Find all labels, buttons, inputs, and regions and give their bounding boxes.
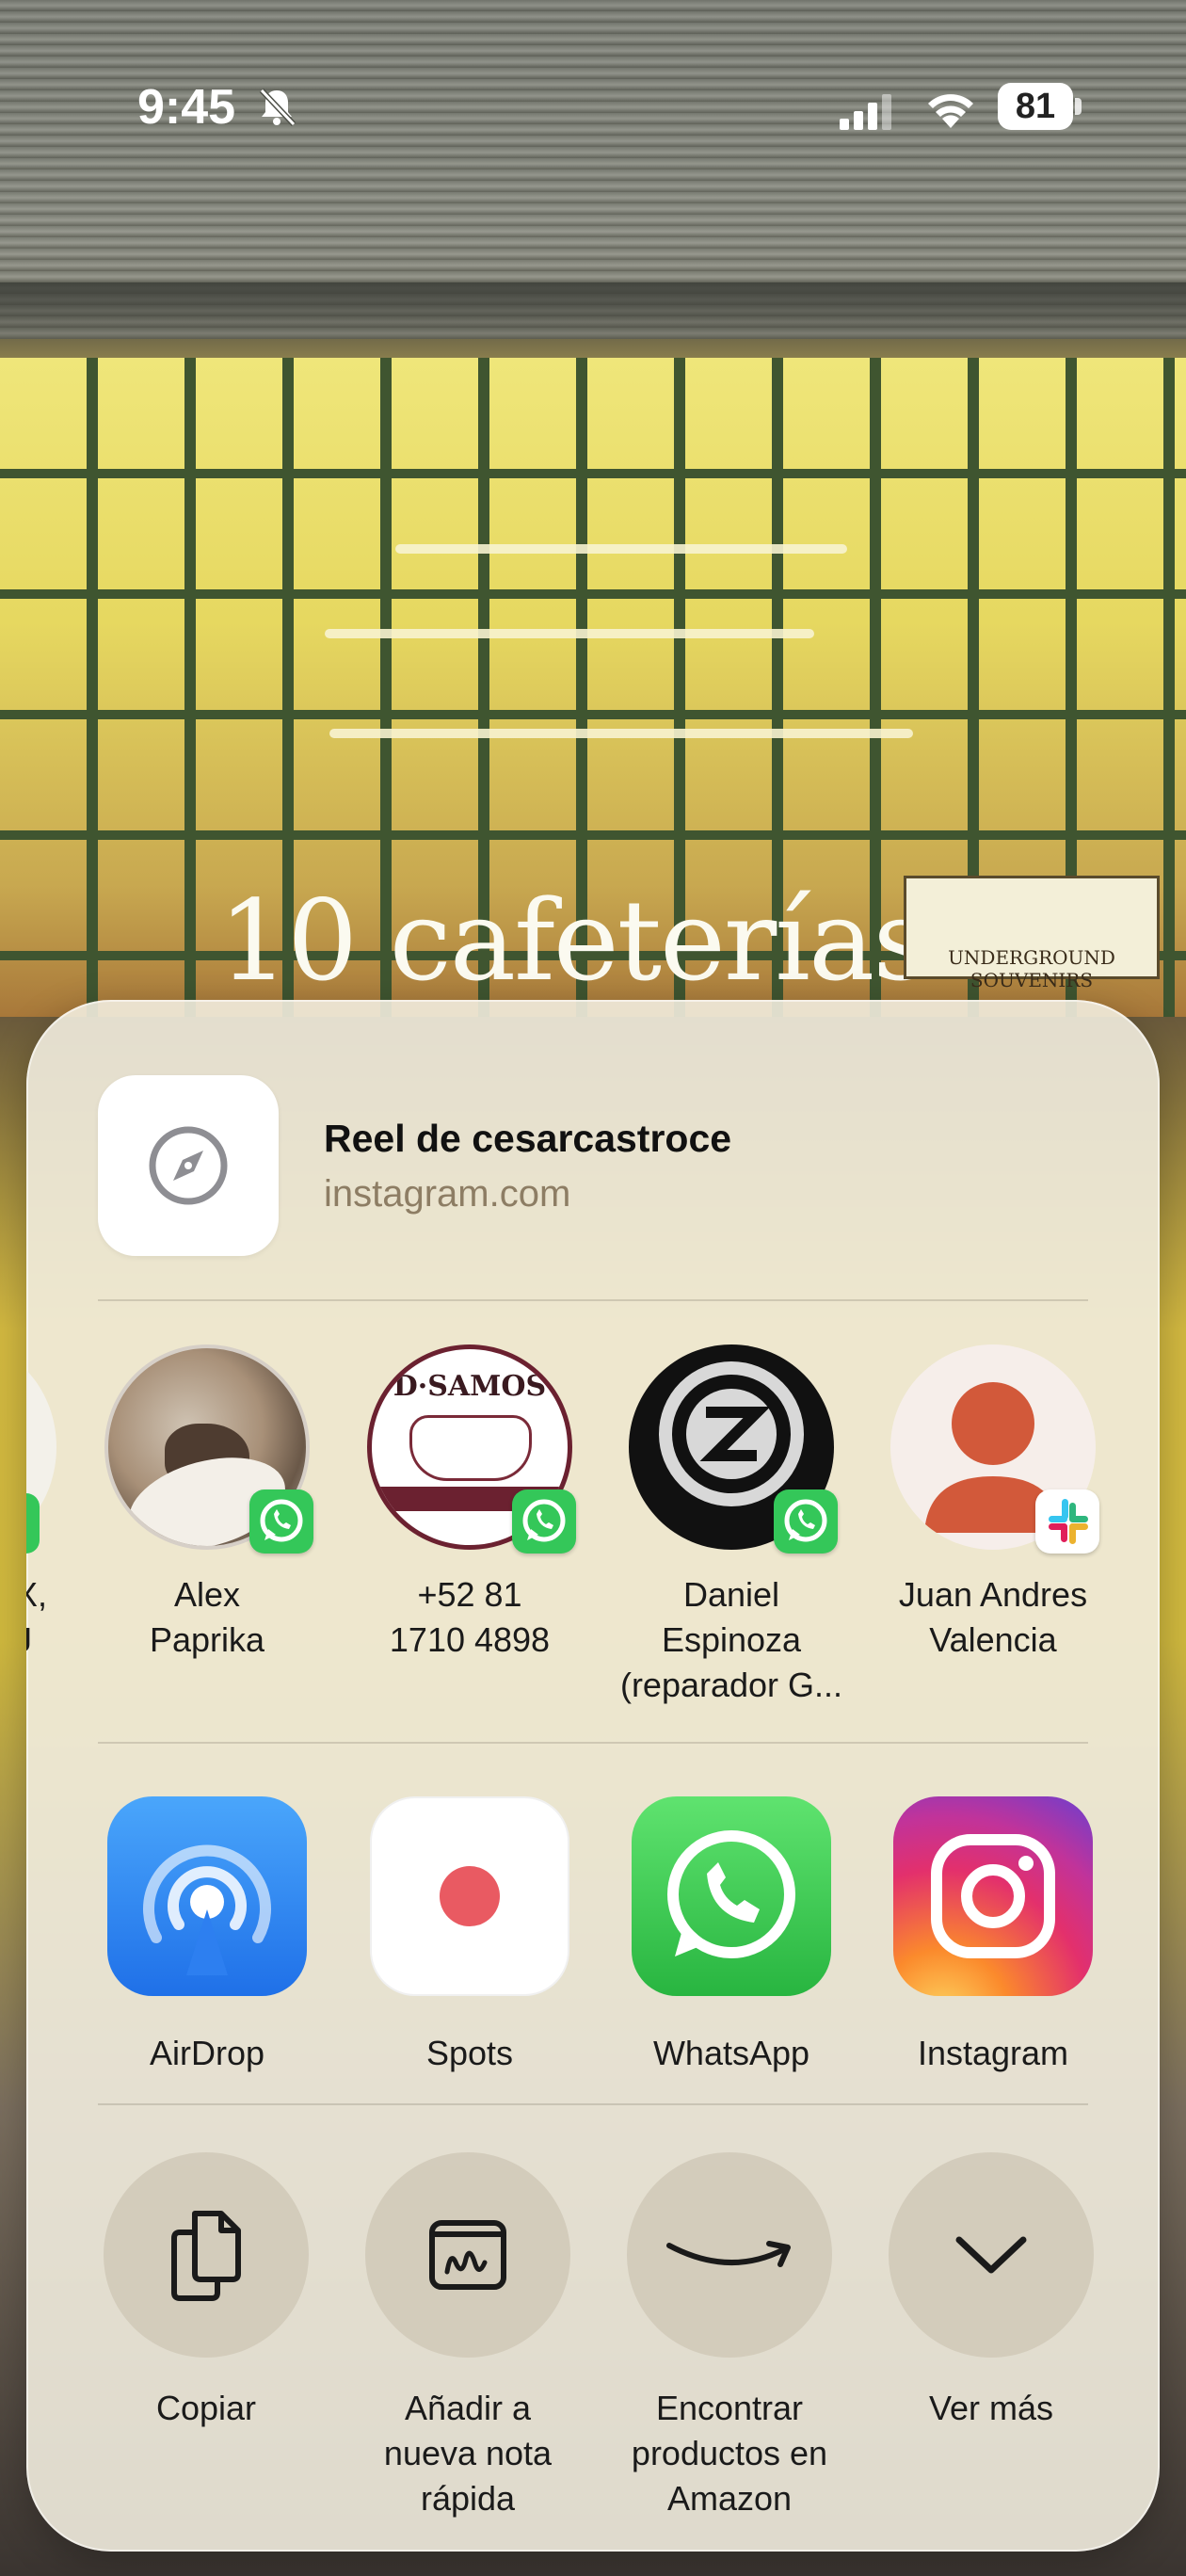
app-spots[interactable]: Spots (357, 1796, 583, 2073)
battery-level: 81 (998, 83, 1073, 130)
contact-name-line: Alex (173, 1575, 241, 1614)
app-label: WhatsApp (652, 2034, 810, 2072)
contact-juan-andres-valencia[interactable]: Juan Andres Valencia (880, 1344, 1106, 1663)
apps-row[interactable]: AirDrop Spots WhatsApp Instagram (26, 1796, 1160, 2098)
app-label: AirDrop (149, 2034, 265, 2072)
action-label-line: Añadir a (404, 2389, 532, 2427)
whatsapp-badge-icon (249, 1489, 313, 1554)
app-label: Spots (425, 2034, 514, 2072)
share-title: Reel de cesarcastroce (324, 1117, 732, 1160)
cafe-sign: 10 cafeterías (218, 876, 930, 1006)
contact-name-line: +52 81 (417, 1575, 522, 1614)
contact-daniel-espinoza[interactable]: Daniel Espinoza (reparador G... (618, 1344, 844, 1708)
whatsapp-badge-icon (512, 1489, 576, 1554)
contact-52-81-1710-4898[interactable]: D·SAMOS +52 81 1710 4898 (357, 1344, 583, 1663)
cellular-signal-icon (840, 94, 891, 130)
contact-alex-paprika[interactable]: Alex Paprika (94, 1344, 320, 1663)
quick-note-icon (429, 2220, 506, 2290)
contact-name-line: Valencia (929, 1620, 1057, 1659)
divider (98, 1742, 1088, 1744)
bell-slash-icon (259, 88, 296, 127)
airdrop-icon (107, 1796, 307, 1996)
action-label-line: Ver más (928, 2389, 1054, 2427)
contact-name-line: 1710 4898 (389, 1620, 551, 1659)
action-label-line: nueva nota (383, 2434, 553, 2472)
battery-icon: 81 (998, 83, 1082, 130)
contacts-row[interactable]: X, J Alex Paprika D· (26, 1344, 1160, 1704)
store-sign: UNDERGROUND SOUVENIRS (904, 876, 1160, 991)
action-quick-note[interactable]: Añadir a nueva nota rápida (345, 2152, 590, 2521)
action-amazon[interactable]: Encontrar productos en Amazon (607, 2152, 852, 2521)
amazon-icon (666, 2241, 791, 2267)
contact-name-line: Juan Andres (898, 1575, 1088, 1614)
action-label-line: Encontrar (655, 2389, 804, 2427)
safari-compass-icon (149, 1126, 228, 1205)
app-instagram[interactable]: Instagram (880, 1796, 1106, 2073)
app-airdrop[interactable]: AirDrop (94, 1796, 320, 2073)
chevron-down-icon (955, 2236, 1027, 2274)
action-label-line: Amazon (666, 2479, 793, 2518)
share-url: instagram.com (324, 1173, 571, 1215)
app-label: Instagram (917, 2034, 1069, 2072)
divider (98, 2103, 1088, 2105)
contact-name-line: Paprika (149, 1620, 265, 1659)
whatsapp-badge-icon (26, 1493, 40, 1554)
action-label-line: productos en (631, 2434, 828, 2472)
status-time: 9:45 (137, 80, 236, 135)
contact-name-line: (reparador G... (619, 1666, 843, 1704)
instagram-icon (893, 1796, 1093, 1996)
action-see-more[interactable]: Ver más (869, 2152, 1114, 2431)
action-label-line: rápida (420, 2479, 516, 2518)
copy-icon (171, 2211, 241, 2301)
contact-name-line: Espinoza (661, 1620, 802, 1659)
action-label-line: Copiar (155, 2389, 257, 2427)
actions-row[interactable]: Copiar Añadir a nueva nota rápida Encont… (26, 2152, 1160, 2529)
divider (98, 1299, 1088, 1301)
action-copy[interactable]: Copiar (84, 2152, 329, 2431)
spots-icon (370, 1796, 569, 1996)
partial-contact-name: X, J (26, 1575, 48, 1659)
whatsapp-badge-icon (774, 1489, 838, 1554)
status-bar: 9:45 81 (0, 0, 1186, 141)
contact-name-line: Daniel (682, 1575, 780, 1614)
app-whatsapp[interactable]: WhatsApp (618, 1796, 844, 2073)
site-thumbnail (98, 1075, 279, 1256)
share-header: Reel de cesarcastroce instagram.com (98, 1075, 1096, 1256)
slack-badge-icon (1035, 1489, 1099, 1554)
wifi-icon (928, 94, 973, 128)
whatsapp-icon (632, 1796, 831, 1996)
share-sheet: Reel de cesarcastroce instagram.com X, J… (26, 1000, 1160, 2552)
